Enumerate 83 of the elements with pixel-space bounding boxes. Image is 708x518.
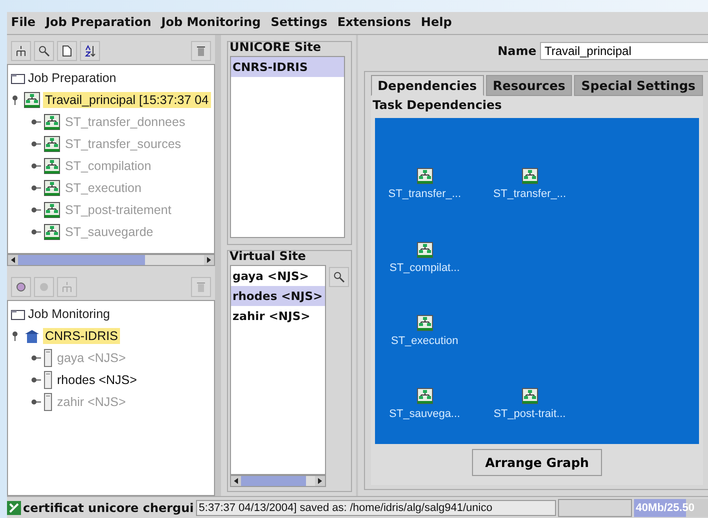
field-label: Name	[498, 44, 536, 58]
menu-item[interactable]: File	[11, 15, 36, 31]
task-icon	[44, 202, 60, 218]
task-icon	[44, 224, 60, 240]
task-node-label[interactable]: ST_sauvega...	[389, 408, 460, 420]
job-icon-button[interactable]	[11, 41, 31, 61]
folder-icon	[11, 308, 25, 320]
tree-handle-icon[interactable]	[31, 353, 41, 363]
list-item[interactable]: zahir <NJS>	[230, 306, 325, 326]
hierarchy-icon	[15, 45, 27, 57]
server-icon	[44, 349, 52, 367]
menu-item[interactable]: Job Preparation	[46, 15, 152, 31]
menu-item[interactable]: Help	[420, 15, 452, 31]
folder-icon	[11, 72, 25, 84]
right-arrow-icon[interactable]	[204, 255, 214, 265]
tree-root[interactable]: Job Preparation	[28, 71, 116, 85]
left-arrow-icon[interactable]	[230, 476, 241, 486]
tab[interactable]: Resources	[486, 75, 572, 96]
tree-handle-icon[interactable]	[31, 161, 41, 171]
task-icon	[44, 158, 60, 174]
tree-item[interactable]: CNRS-IDRIS	[43, 328, 120, 344]
tree-handle-icon[interactable]	[31, 117, 41, 127]
task-icon	[416, 242, 433, 258]
search-icon	[332, 271, 345, 283]
hierarchy-icon	[61, 281, 73, 293]
tree-handle-icon[interactable]	[31, 139, 41, 149]
trash-icon	[194, 281, 207, 293]
tab[interactable]: Special Settings	[574, 75, 702, 96]
task-icon	[416, 168, 433, 184]
tree-item[interactable]: rhodes <NJS>	[55, 372, 139, 388]
memory-meter: 40Mb/25.50	[634, 498, 708, 516]
task-icon	[44, 136, 60, 152]
group-title: Task Dependencies	[372, 98, 503, 112]
server-icon	[44, 393, 52, 411]
task-icon	[44, 180, 60, 196]
search-icon	[38, 45, 50, 57]
task-icon	[416, 388, 433, 404]
tree-handle-icon[interactable]	[31, 183, 41, 193]
task-node-label[interactable]: ST_execution	[391, 335, 458, 347]
monitor-button[interactable]	[11, 277, 31, 297]
tree-handle-icon[interactable]	[31, 397, 41, 407]
tree-handle-icon[interactable]	[31, 227, 41, 237]
group-title: Virtual Site	[228, 249, 307, 263]
search-button[interactable]	[328, 267, 349, 287]
task-node-label[interactable]: ST_compilat...	[389, 262, 460, 274]
menu-item[interactable]: Job Monitoring	[161, 15, 261, 31]
building-icon	[24, 328, 40, 344]
certificate-icon	[7, 500, 21, 514]
certificate-label: certificat unicore chergui	[23, 500, 194, 514]
task-icon	[522, 168, 538, 184]
list-item[interactable]: CNRS-IDRIS	[230, 57, 344, 77]
task-icon	[416, 315, 433, 331]
search-button[interactable]	[34, 41, 54, 61]
trash-icon	[194, 45, 207, 57]
task-node-label[interactable]: ST_transfer_...	[493, 188, 566, 200]
menu-item[interactable]: Settings	[270, 15, 328, 31]
task-icon	[522, 388, 538, 404]
list-item[interactable]: gaya <NJS>	[230, 266, 325, 286]
new-document-button[interactable]	[57, 41, 77, 61]
list-item[interactable]: rhodes <NJS>	[230, 286, 325, 306]
sort-icon	[84, 45, 96, 57]
name-field[interactable]: Travail_principal	[540, 42, 708, 60]
task-icon	[24, 92, 40, 108]
task-node-label[interactable]: ST_post-trait...	[494, 408, 566, 420]
task-node-label[interactable]: ST_transfer_...	[388, 188, 462, 200]
arrange-graph-button[interactable]: Arrange Graph	[472, 449, 602, 476]
sort-button[interactable]	[80, 41, 100, 61]
tree-root[interactable]: Job Monitoring	[28, 307, 110, 321]
tab[interactable]: Dependencies	[370, 75, 484, 96]
tree-item[interactable]: Travail_principal [15:37:37 04	[43, 92, 211, 108]
stop-icon	[38, 281, 50, 293]
scrollbar[interactable]	[230, 475, 326, 487]
menu-item[interactable]: Extensions	[337, 15, 411, 31]
right-arrow-icon[interactable]	[314, 476, 325, 486]
tree-handle-icon[interactable]	[31, 375, 41, 385]
group-title: UNICORE Site	[228, 40, 322, 54]
tree-handle-icon[interactable]	[31, 205, 41, 215]
document-icon	[61, 45, 73, 57]
server-icon	[44, 371, 52, 389]
task-icon	[44, 114, 60, 130]
status-message: 5:37:37 04/13/2004] saved as: /home/idris/alg/salg941/unico	[196, 500, 556, 516]
scrollbar[interactable]	[7, 254, 215, 266]
left-arrow-icon[interactable]	[8, 255, 18, 265]
